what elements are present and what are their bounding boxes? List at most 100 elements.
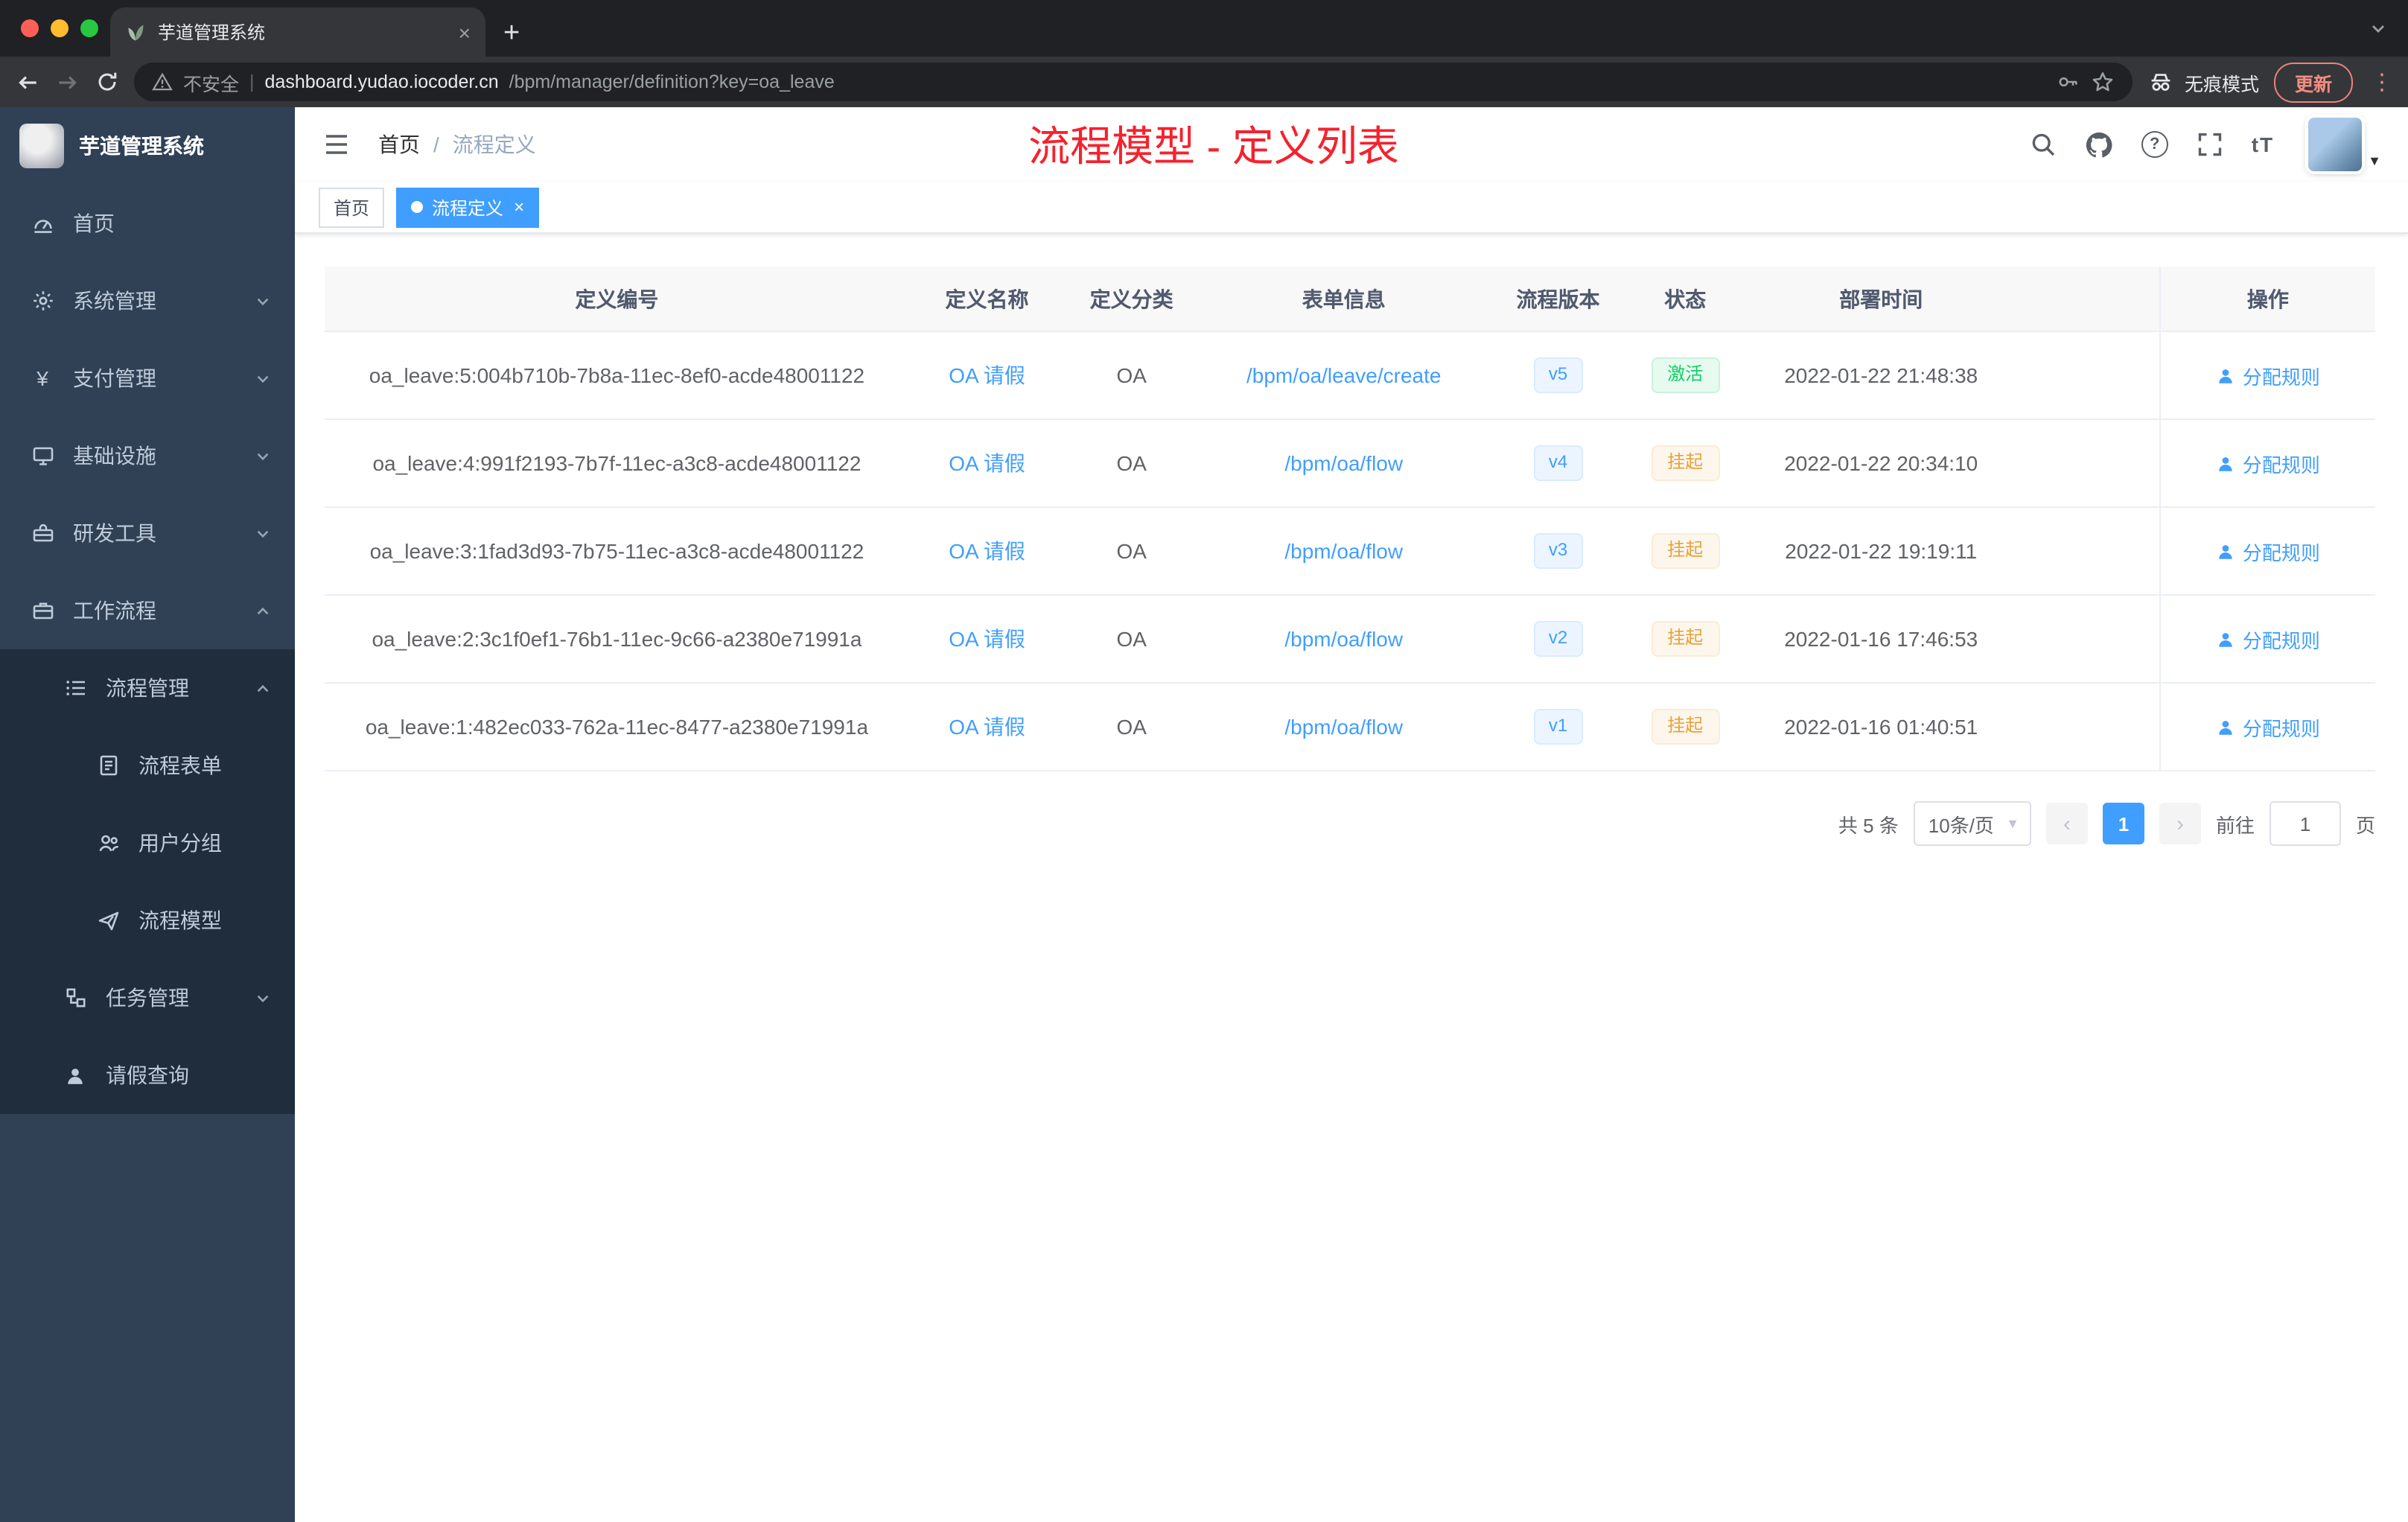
incognito-label: 无痕模式 (2184, 74, 2259, 95)
definition-name-link[interactable]: OA 请假 (949, 451, 1025, 475)
people-icon (95, 830, 121, 856)
form-link[interactable]: /bpm/oa/flow (1284, 539, 1403, 563)
tab-close-icon[interactable]: × (459, 22, 471, 42)
dashboard-icon (30, 211, 55, 236)
sidebar-item-leave-query[interactable]: 请假查询 (0, 1037, 295, 1114)
version-badge: v1 (1533, 709, 1583, 745)
current-page-button[interactable]: 1 (2102, 803, 2144, 844)
sidebar-item-process-mgmt[interactable]: 流程管理 (0, 649, 295, 727)
spacer-cell (2018, 419, 2160, 508)
minimize-window-button[interactable] (51, 19, 69, 37)
sidebar-item-payment[interactable]: ¥ 支付管理 (0, 340, 295, 417)
assign-rule-link[interactable]: 分配规则 (2216, 537, 2320, 565)
tag-item[interactable]: 首页 (319, 187, 385, 227)
sidebar-item-devtools[interactable]: 研发工具 (0, 494, 295, 572)
chevron-down-icon (255, 525, 271, 541)
status-badge: 挂起 (1651, 709, 1720, 745)
user-icon (2216, 717, 2235, 736)
form-link[interactable]: /bpm/oa/leave/create (1246, 363, 1442, 387)
assign-rule-label: 分配规则 (2242, 366, 2320, 388)
column-header-id: 定义编号 (325, 267, 909, 332)
definition-name-link[interactable]: OA 请假 (949, 363, 1025, 387)
definition-name-link[interactable]: OA 请假 (949, 627, 1025, 651)
definition-name-link[interactable]: OA 请假 (949, 715, 1025, 739)
user-menu[interactable]: ▼ (2308, 118, 2381, 171)
sidebar-item-process-model[interactable]: 流程模型 (0, 882, 295, 959)
zoom-window-button[interactable] (80, 19, 98, 37)
search-icon[interactable] (2030, 131, 2057, 158)
chevron-up-icon (255, 602, 271, 619)
sidebar-item-home[interactable]: 首页 (0, 185, 295, 262)
form-link[interactable]: /bpm/oa/flow (1284, 627, 1403, 651)
active-dot (411, 201, 424, 213)
definition-category: OA (1116, 363, 1147, 387)
status-badge: 挂起 (1651, 621, 1720, 657)
font-size-icon[interactable]: tT (2252, 133, 2274, 156)
table-row: oa_leave:5:004b710b-7b8a-11ec-8ef0-acde4… (325, 331, 2375, 420)
assign-rule-link[interactable]: 分配规则 (2216, 449, 2320, 477)
sidebar-item-infra[interactable]: 基础设施 (0, 417, 295, 494)
definition-name-link[interactable]: OA 请假 (949, 539, 1025, 563)
tab-search-chevron-icon[interactable] (2369, 19, 2387, 37)
prev-page-button[interactable]: ‹ (2045, 803, 2088, 844)
incognito-badge: 无痕模式 (2147, 68, 2259, 96)
tag-close-icon[interactable]: × (514, 198, 524, 216)
browser-tab-strip: 芋道管理系统 × + (0, 0, 2408, 57)
close-window-button[interactable] (21, 19, 39, 37)
app-title: 芋道管理系统 (79, 134, 204, 158)
browser-tab[interactable]: 芋道管理系统 × (110, 7, 485, 57)
breadcrumb-home[interactable]: 首页 (378, 130, 420, 159)
update-button[interactable]: 更新 (2273, 62, 2353, 102)
goto-page-input[interactable] (2269, 801, 2341, 846)
assign-rule-link[interactable]: 分配规则 (2216, 361, 2320, 389)
reload-icon[interactable] (95, 70, 119, 94)
github-icon[interactable] (2085, 130, 2113, 159)
sidebar-item-workflow[interactable]: 工作流程 (0, 572, 295, 649)
back-icon[interactable] (15, 69, 40, 95)
fullscreen-icon[interactable] (2197, 131, 2223, 158)
form-link[interactable]: /bpm/oa/flow (1284, 715, 1403, 739)
url-path: /bpm/manager/definition?key=oa_leave (509, 71, 835, 92)
column-header-action: 操作 (2159, 267, 2375, 332)
key-icon[interactable] (2057, 70, 2080, 94)
sidebar-collapse-icon[interactable] (322, 130, 351, 159)
version-badge: v3 (1533, 533, 1583, 569)
security-label[interactable]: 不安全 (183, 68, 239, 96)
sidebar-item-label: 研发工具 (73, 521, 156, 545)
version-badge: v5 (1533, 357, 1583, 393)
chevron-down-icon (255, 448, 271, 464)
url-host: dashboard.yudao.iocoder.cn (264, 71, 499, 92)
column-header-form: 表单信息 (1198, 267, 1490, 332)
assign-rule-link[interactable]: 分配规则 (2216, 713, 2320, 741)
assign-rule-link[interactable]: 分配规则 (2216, 625, 2320, 653)
browser-menu-kebab-icon[interactable]: ⋮ (2371, 71, 2393, 93)
sidebar-item-user-group[interactable]: 用户分组 (0, 804, 295, 882)
sidebar-item-task-mgmt[interactable]: 任务管理 (0, 959, 295, 1037)
definition-id: oa_leave:4:991f2193-7b7f-11ec-a3c8-acde4… (372, 451, 861, 475)
sidebar-item-system[interactable]: 系统管理 (0, 262, 295, 340)
sidebar-item-label: 用户分组 (138, 831, 222, 855)
avatar[interactable] (2308, 118, 2363, 171)
goto-label: 前往 (2215, 814, 2255, 836)
sidebar-item-process-form[interactable]: 流程表单 (0, 727, 295, 804)
new-tab-button[interactable]: + (503, 19, 520, 48)
help-icon[interactable]: ? (2141, 131, 2168, 158)
definition-id: oa_leave:5:004b710b-7b8a-11ec-8ef0-acde4… (369, 363, 865, 387)
form-link[interactable]: /bpm/oa/flow (1284, 451, 1403, 475)
chevron-down-icon: ▼ (2006, 816, 2019, 831)
warning-triangle-icon[interactable] (152, 71, 173, 92)
briefcase-icon (30, 598, 55, 623)
breadcrumb-separator: / (433, 133, 439, 156)
user-icon (2216, 366, 2235, 385)
forward-icon[interactable] (55, 69, 80, 95)
tag-active[interactable]: 流程定义 × (396, 187, 540, 227)
address-bar[interactable]: 不安全 | dashboard.yudao.iocoder.cn /bpm/ma… (134, 63, 2133, 101)
page-size-select[interactable]: 10条/页 ▼ (1913, 801, 2031, 846)
deploy-time: 2022-01-22 21:48:38 (1784, 363, 1978, 387)
status-badge: 挂起 (1651, 533, 1720, 569)
deploy-time: 2022-01-16 17:46:53 (1784, 627, 1978, 651)
tab-favicon-plant-icon (125, 22, 146, 42)
bookmark-star-icon[interactable] (2091, 70, 2115, 94)
next-page-button[interactable]: › (2159, 803, 2201, 844)
app-root: 芋道管理系统 首页 系统管理 ¥ 支付管理 基础设施 研发工具 工作流程 流程管理 流程表单 用户… (0, 107, 2408, 1522)
